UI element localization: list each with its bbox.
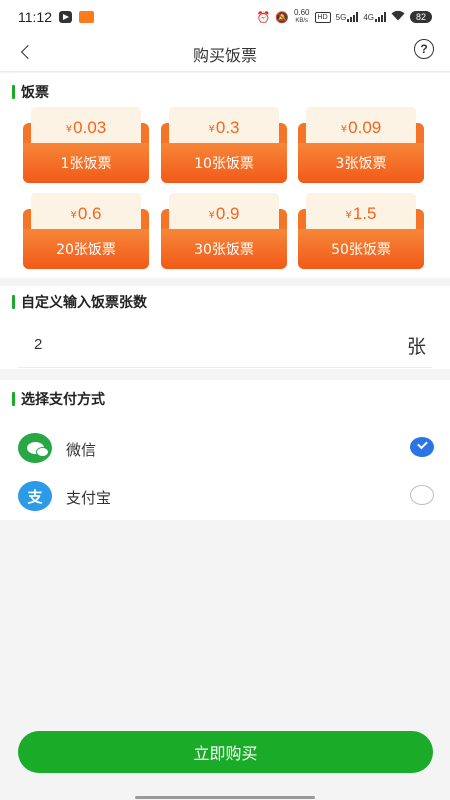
signal-5g: 5G (336, 12, 359, 22)
alipay-icon: 支 (18, 481, 52, 511)
payment-option-wechat[interactable]: 微信 (0, 427, 450, 471)
buy-now-button[interactable]: 立即购买 (18, 731, 433, 773)
signal-5g-label: 5G (335, 13, 347, 22)
ticket-label: 30张饭票 (161, 229, 287, 269)
currency-symbol: ¥ (208, 123, 215, 135)
ticket-grid: ¥ 0.03 1张饭票 ¥ 0.3 10张饭票 ¥ 0.09 3张饭票 ¥ 0.… (23, 107, 428, 269)
payment-section-title-text: 选择支付方式 (21, 392, 105, 408)
ticket-option[interactable]: ¥ 0.09 3张饭票 (298, 107, 424, 183)
custom-count-section: 自定义输入饭票张数 2 张 (0, 286, 450, 369)
payment-section: 选择支付方式 微信 支 支付宝 (0, 380, 450, 520)
ticket-count-input[interactable]: 2 张 (18, 324, 432, 368)
network-speed-value: 0.60 (293, 8, 310, 17)
status-bar: 11:12 ⏰ 🔕 0.60 KB/s HD 5G 4G 82 (0, 0, 450, 34)
hd-badge: HD (314, 11, 331, 23)
network-speed: 0.60 KB/s (294, 9, 310, 25)
signal-4g-icon (374, 12, 386, 22)
status-right: ⏰ 🔕 0.60 KB/s HD 5G 4G 82 (257, 9, 432, 25)
currency-symbol: ¥ (208, 209, 215, 221)
wechat-icon (18, 433, 52, 463)
section-marker (12, 295, 15, 309)
signal-4g: 4G (363, 12, 386, 22)
custom-section-title: 自定义输入饭票张数 (12, 292, 147, 312)
payment-label-alipay: 支付宝 (66, 489, 112, 507)
ticket-label: 50张饭票 (298, 229, 424, 269)
currency-symbol: ¥ (70, 209, 77, 221)
ticket-label: 20张饭票 (23, 229, 149, 269)
ticket-price: 0.09 (348, 118, 382, 137)
status-left: 11:12 (18, 9, 94, 25)
radio-unchecked-icon[interactable] (410, 485, 434, 505)
custom-section-title-text: 自定义输入饭票张数 (21, 295, 147, 311)
ticket-price: 1.5 (352, 204, 377, 223)
alipay-glyph: 支 (27, 487, 43, 506)
section-marker (12, 85, 15, 99)
help-button[interactable]: ? (414, 39, 434, 59)
home-indicator (135, 796, 315, 799)
media-notification-icon (59, 11, 72, 23)
currency-symbol: ¥ (345, 209, 352, 221)
app-notification-icon (79, 11, 94, 23)
nav-bar: 购买饭票 ? (0, 34, 450, 72)
ticket-price: 0.6 (77, 204, 102, 223)
ticket-option[interactable]: ¥ 0.3 10张饭票 (161, 107, 287, 183)
alarm-icon: ⏰ (256, 11, 271, 24)
ticket-option[interactable]: ¥ 0.6 20张饭票 (23, 193, 149, 269)
ticket-price: 0.9 (215, 204, 240, 223)
ticket-count-value[interactable]: 2 (34, 336, 42, 353)
radio-checked-icon[interactable] (410, 437, 434, 457)
ticket-option[interactable]: ¥ 1.5 50张饭票 (298, 193, 424, 269)
question-icon: ? (420, 42, 428, 56)
signal-5g-icon (347, 12, 359, 22)
ticket-price: 0.03 (73, 118, 107, 137)
ticket-price: 0.3 (215, 118, 240, 137)
currency-symbol: ¥ (65, 123, 73, 135)
ticket-option[interactable]: ¥ 0.9 30张饭票 (161, 193, 287, 269)
battery-icon: 82 (409, 11, 432, 23)
ticket-label: 3张饭票 (298, 143, 424, 183)
ticket-label: 10张饭票 (161, 143, 287, 183)
ticket-section-title-text: 饭票 (21, 85, 49, 101)
payment-label-wechat: 微信 (66, 441, 97, 459)
network-speed-unit: KB/s (295, 18, 309, 24)
ticket-label: 1张饭票 (23, 143, 149, 183)
currency-symbol: ¥ (340, 123, 348, 135)
section-marker (12, 392, 15, 406)
signal-4g-label: 4G (363, 13, 374, 22)
chat-bubble-icon (26, 442, 49, 457)
ticket-section: 饭票 ¥ 0.03 1张饭票 ¥ 0.3 10张饭票 ¥ 0.09 3张饭票 ¥… (0, 73, 450, 278)
ticket-count-unit: 张 (406, 336, 426, 358)
payment-section-title: 选择支付方式 (12, 389, 105, 409)
payment-option-alipay[interactable]: 支 支付宝 (0, 475, 450, 519)
ticket-section-title: 饭票 (12, 82, 49, 102)
page-title: 购买饭票 (192, 46, 257, 65)
wifi-icon (391, 10, 405, 24)
mute-icon: 🔕 (275, 11, 289, 24)
ticket-option[interactable]: ¥ 0.03 1张饭票 (23, 107, 149, 183)
status-time: 11:12 (18, 9, 52, 25)
